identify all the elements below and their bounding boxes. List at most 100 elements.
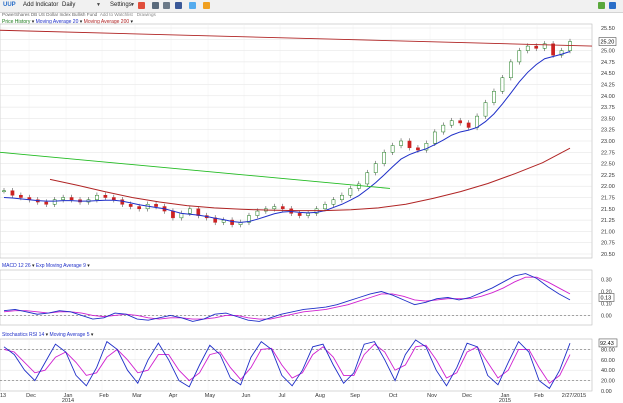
price-candle: [61, 197, 65, 201]
price-candle: [128, 204, 133, 207]
x-tick-label: Apr: [169, 393, 178, 399]
price-candle: [154, 204, 158, 207]
price-candle: [458, 120, 463, 124]
price-candle: [103, 194, 108, 198]
price-candle: [221, 219, 226, 223]
price-candle: [407, 140, 412, 149]
stoch-tick-label: 60.00: [601, 358, 615, 364]
stoch-tick-label: 80.00: [601, 347, 615, 353]
price-tick-label: 24.25: [601, 83, 615, 89]
macd-tick-label: 0.00: [601, 313, 612, 319]
price-tick-label: 22.25: [601, 173, 615, 179]
price-tick-label: 25.50: [601, 26, 615, 32]
price-candle: [416, 147, 420, 151]
stoch-tick-label: 40.00: [601, 368, 615, 374]
x-tick-label: Dec: [26, 393, 36, 399]
x-tick-label: Jul: [278, 393, 285, 399]
price-candle: [323, 204, 327, 210]
price-candle: [111, 197, 116, 201]
price-candle: [449, 120, 454, 126]
price-tick-label: 23.75: [601, 105, 615, 111]
price-tick-label: 22.75: [601, 150, 615, 156]
price-candle: [475, 115, 479, 128]
price-candle: [365, 172, 370, 185]
price-candle: [19, 194, 23, 198]
macd-panel: [0, 269, 593, 326]
x-tick-label: Aug: [315, 393, 325, 399]
price-tick-label: 22.50: [601, 162, 615, 168]
price-tick-label: 21.00: [601, 229, 615, 235]
price-candle: [306, 213, 310, 216]
price-tick-label: 20.50: [601, 252, 615, 258]
price-tick-label: 22.00: [601, 184, 615, 190]
x-tick-label: Oct: [389, 393, 398, 399]
price-candle: [331, 199, 336, 205]
price-candle: [525, 45, 530, 51]
price-candle: [356, 183, 361, 189]
chart-canvas[interactable]: 25.5025.2525.0024.7524.5024.2524.0023.75…: [0, 0, 623, 403]
macd-tick-label: 0.30: [601, 278, 612, 284]
price-candle: [509, 61, 513, 78]
price-tick-label: 24.50: [601, 71, 615, 77]
price-tick-label: 25.00: [601, 49, 615, 55]
price-candle: [272, 206, 277, 210]
x-tick-label: Feb: [534, 393, 543, 399]
price-tick-label: 23.00: [601, 139, 615, 145]
price-tick-label: 21.75: [601, 196, 615, 202]
stoch-tick-label: 20.00: [601, 379, 615, 385]
price-candle: [390, 145, 395, 153]
x-tick-label: Nov: [427, 393, 437, 399]
price-candle: [382, 152, 386, 164]
price-tick-label: 21.50: [601, 207, 615, 213]
x-tick-label: Feb: [99, 393, 108, 399]
price-candle: [466, 122, 471, 128]
price-candle: [568, 41, 572, 51]
price-candle: [534, 45, 539, 49]
price-candle: [179, 213, 184, 219]
price-candle: [255, 210, 260, 216]
x-year-label: 2014: [62, 398, 74, 403]
price-tick-label: 24.00: [601, 94, 615, 100]
price-candle: [188, 208, 192, 214]
price-tick-label: 23.25: [601, 128, 615, 134]
price-tick-label: 23.50: [601, 116, 615, 122]
price-candle: [137, 206, 142, 210]
price-candle: [2, 190, 6, 192]
price-candle: [373, 163, 378, 173]
x-tick-label: Dec: [462, 393, 472, 399]
price-candle: [483, 102, 488, 117]
stoch-panel: [0, 338, 593, 392]
price-candle: [432, 131, 437, 144]
price-tick-label: 20.75: [601, 241, 615, 247]
stoch-last-value: 92.43: [600, 341, 614, 347]
price-candle: [95, 194, 99, 201]
price-candle: [492, 91, 496, 103]
price-candle: [69, 197, 74, 201]
price-candle: [399, 140, 403, 146]
price-candle: [52, 199, 57, 205]
x-tick-label: 2/27/2015: [562, 393, 586, 399]
x-tick-label: 13: [0, 393, 6, 399]
price-candle: [517, 50, 522, 63]
price-candle: [441, 124, 446, 133]
x-tick-label: Mar: [132, 393, 142, 399]
price-candle: [500, 77, 505, 92]
price-candle: [120, 199, 125, 205]
price-candle: [348, 188, 353, 196]
price-candle: [297, 213, 302, 216]
price-tick-label: 21.25: [601, 218, 615, 224]
x-tick-label: May: [205, 393, 216, 399]
stoch-tick-label: 0.00: [601, 389, 612, 395]
x-tick-label: Jun: [242, 393, 251, 399]
price-candle: [10, 190, 15, 196]
price-tick-label: 24.75: [601, 60, 615, 66]
price-candle: [340, 194, 344, 201]
price-candle: [44, 201, 49, 205]
price-candle: [171, 210, 175, 219]
price-last-value: 25.20: [601, 40, 615, 46]
macd-last-value: 0.13: [601, 296, 612, 302]
price-candle: [280, 206, 285, 210]
macd-tick-label: 0.10: [601, 301, 612, 307]
x-year-label: 2015: [499, 398, 511, 403]
x-tick-label: Sep: [350, 393, 360, 399]
